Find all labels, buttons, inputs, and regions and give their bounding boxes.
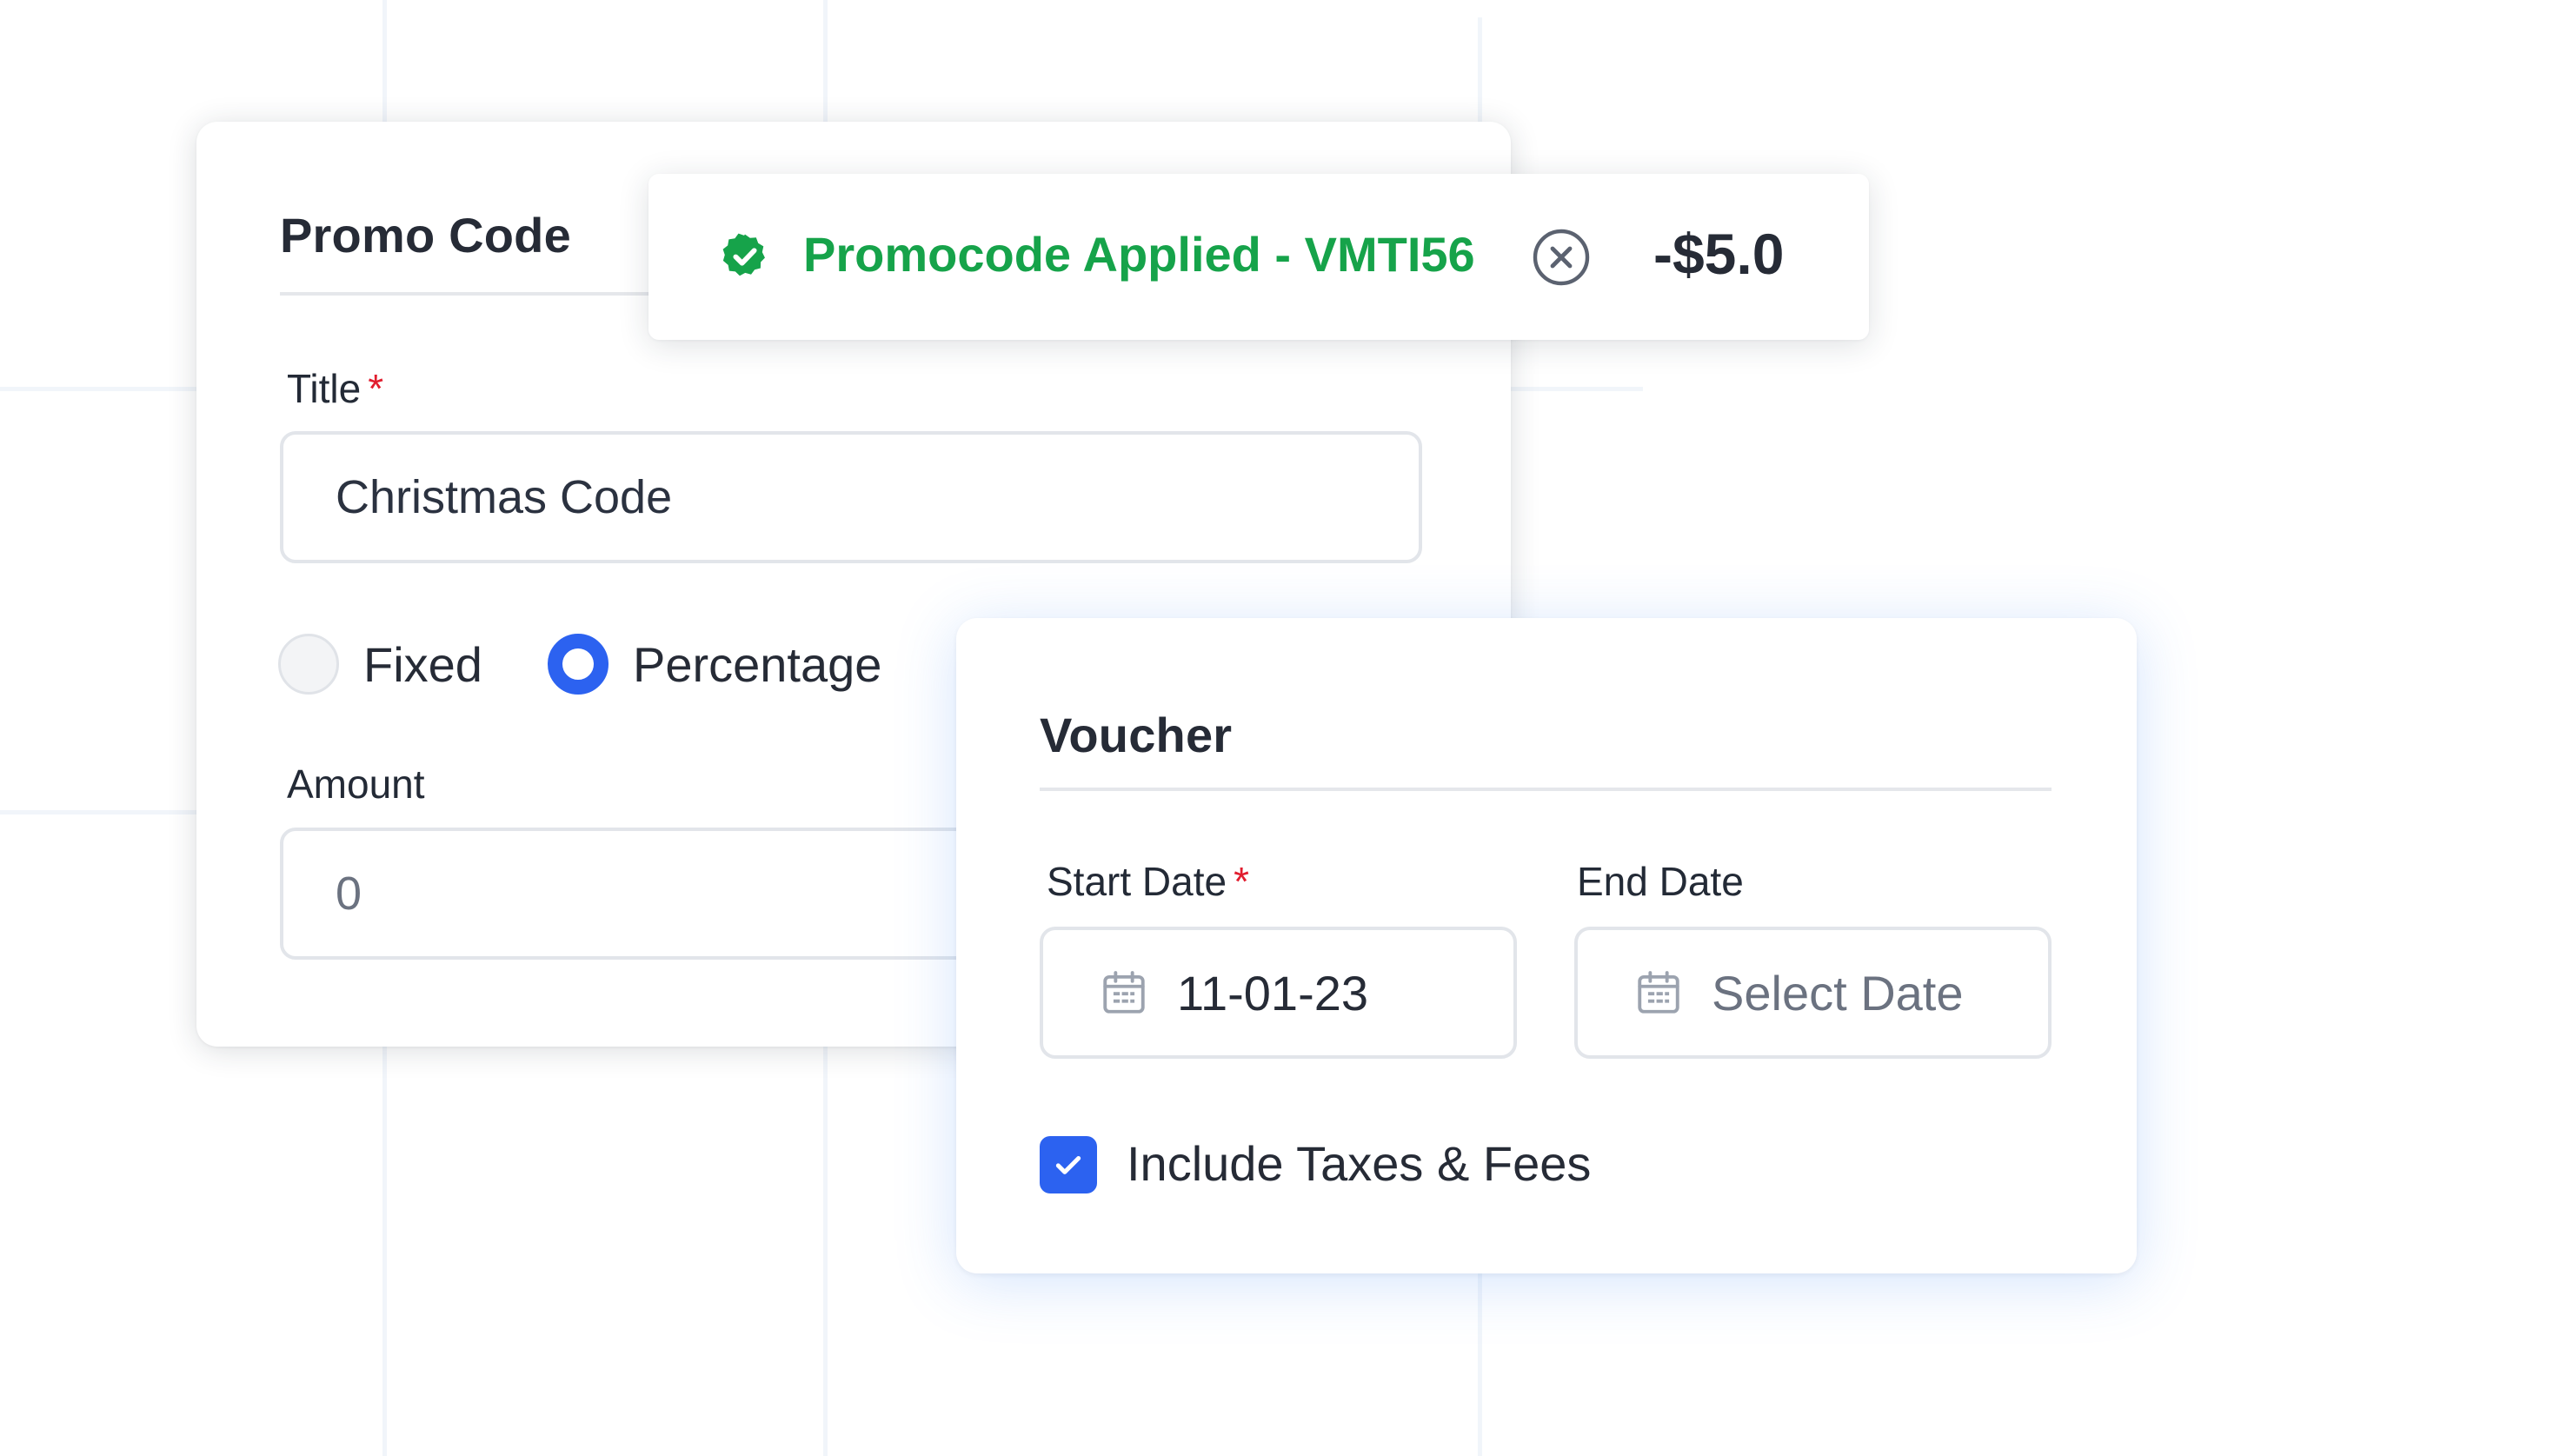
end-date-label: End Date (1577, 859, 1744, 904)
include-taxes-label[interactable]: Include Taxes & Fees (1127, 1135, 1591, 1192)
include-taxes-checkbox[interactable] (1040, 1136, 1097, 1193)
promocode-applied-banner: Promocode Applied - VMTI56 -$5.0 (648, 174, 1869, 340)
title-input-value: Christmas Code (336, 471, 673, 523)
voucher-divider (1040, 788, 2052, 791)
calendar-icon (1103, 971, 1145, 1014)
amount-field-label: Amount (287, 761, 425, 807)
title-field-label: Title * (287, 365, 383, 412)
amount-input-value: 0 (336, 868, 362, 920)
radio-fixed-label[interactable]: Fixed (363, 636, 482, 693)
checkmark-icon (1055, 1156, 1081, 1174)
end-date-input[interactable]: Select Date (1574, 927, 2052, 1059)
promo-code-title: Promo Code (280, 208, 571, 263)
start-date-input[interactable]: 11-01-23 (1040, 927, 1517, 1059)
calendar-icon (1638, 971, 1679, 1014)
required-asterisk: * (1234, 859, 1249, 904)
remove-promo-icon[interactable] (1532, 228, 1591, 287)
discount-amount: -$5.0 (1653, 222, 1785, 286)
title-label-text: Title (287, 366, 362, 411)
radio-percentage[interactable] (548, 634, 608, 695)
promocode-applied-message: Promocode Applied - VMTI56 (803, 227, 1475, 282)
start-date-label: Start Date * (1047, 858, 1249, 905)
required-asterisk: * (368, 366, 384, 411)
start-date-value: 11-01-23 (1177, 965, 1369, 1021)
start-date-label-text: Start Date (1047, 859, 1227, 904)
radio-percentage-label[interactable]: Percentage (633, 636, 881, 693)
voucher-title: Voucher (1040, 708, 1233, 762)
verified-check-icon (722, 233, 765, 276)
title-input[interactable]: Christmas Code (280, 431, 1422, 563)
end-date-placeholder: Select Date (1712, 965, 1964, 1021)
radio-fixed[interactable] (278, 634, 339, 695)
voucher-card: Voucher Start Date * 11-01-23 End Date Se… (956, 618, 2137, 1273)
